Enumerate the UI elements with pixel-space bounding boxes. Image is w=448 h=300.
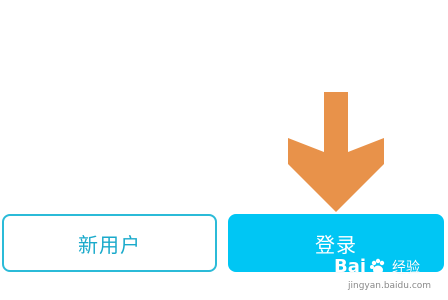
new-user-label: 新用户: [78, 232, 141, 257]
login-label: 登录: [315, 232, 357, 257]
watermark-brand-left: Bai: [334, 256, 367, 277]
watermark-url: jingyan.baidu.com: [348, 281, 432, 291]
baidu-paw-icon: [370, 258, 385, 274]
new-user-button[interactable]: 新用户: [2, 214, 217, 272]
watermark-brand-right: 经验: [392, 259, 421, 276]
down-arrow-icon: [288, 92, 384, 212]
screen: 新用户 登录 Bai 经验 jingyan.baidu.com: [0, 0, 448, 300]
watermark-brand: Bai 经验: [334, 256, 420, 277]
baidu-jingyan-watermark: Bai 经验 jingyan.baidu.com: [334, 256, 444, 296]
